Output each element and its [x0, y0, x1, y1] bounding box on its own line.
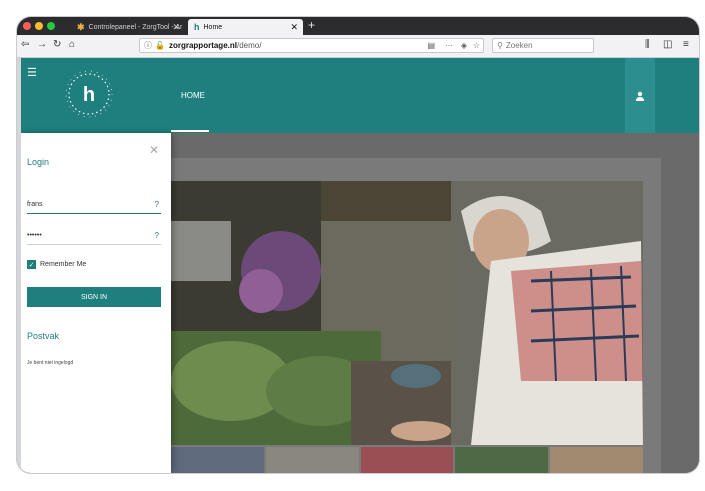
tab-controlepaneel[interactable]: ✱ Controlepaneel - ZorgTool - Ar ✕: [71, 19, 185, 35]
url-bar[interactable]: ⓘ 🔓 zorgrapportage.nl /demo/ ▤ ··· ◈ ☆: [139, 38, 484, 53]
more-actions-icon[interactable]: ···: [445, 41, 453, 50]
search-input[interactable]: ⚲ Zoeken: [492, 38, 594, 53]
url-host: zorgrapportage.nl: [168, 41, 237, 50]
close-tab-icon[interactable]: ✕: [290, 22, 298, 33]
library-icon[interactable]: ⫼: [645, 39, 650, 50]
thumbnail[interactable]: [550, 447, 643, 473]
close-icon[interactable]: ✕: [149, 143, 159, 157]
login-status-text: Je bent niet ingelogd: [27, 360, 74, 366]
username-field[interactable]: frans ?: [27, 197, 161, 214]
reload-icon[interactable]: ↻: [53, 39, 61, 50]
forward-icon[interactable]: →: [37, 39, 47, 50]
hamburger-menu-icon[interactable]: ☰: [27, 66, 37, 79]
web-page: ☰ h HOME ✕ Login frans ? •••••• ? ✓ Reme…: [21, 58, 699, 473]
user-icon: [636, 91, 644, 101]
user-button[interactable]: [625, 58, 655, 133]
thumbnail-strip: [171, 447, 643, 473]
thumbnail[interactable]: [265, 447, 359, 473]
nav-home-link[interactable]: HOME: [181, 91, 205, 100]
sign-in-button[interactable]: SIGN IN: [27, 287, 161, 307]
maximize-window-button[interactable]: [47, 22, 55, 30]
browser-window: ✱ Controlepaneel - ZorgTool - Ar ✕ h Hom…: [17, 17, 699, 473]
hero-photo: [171, 181, 643, 445]
logo-icon[interactable]: h: [63, 68, 115, 120]
puzzle-icon: ✱: [77, 21, 85, 32]
remember-me-checkbox[interactable]: ✓ Remember Me: [27, 260, 86, 269]
active-nav-indicator: [171, 130, 209, 132]
username-value: frans: [27, 201, 43, 208]
navigation-bar: ⇦ → ↻ ⌂ ⓘ 🔓 zorgrapportage.nl /demo/ ▤ ·…: [17, 35, 699, 58]
search-placeholder: Zoeken: [505, 41, 533, 50]
remember-label: Remember Me: [40, 261, 87, 268]
home-icon[interactable]: ⌂: [69, 39, 75, 50]
tab-home[interactable]: h Home ✕: [188, 19, 303, 35]
reader-icon[interactable]: ▤: [427, 41, 435, 50]
back-icon[interactable]: ⇦: [21, 39, 29, 50]
thumbnail[interactable]: [171, 447, 264, 473]
new-tab-button[interactable]: +: [308, 18, 315, 32]
thumbnail[interactable]: [360, 447, 454, 473]
svg-text:h: h: [83, 84, 95, 106]
checkmark-icon: ✓: [27, 260, 36, 269]
bookmark-star-icon[interactable]: ☆: [473, 41, 480, 50]
password-value: ••••••: [27, 232, 42, 239]
help-icon[interactable]: ?: [155, 200, 159, 209]
menu-icon[interactable]: ≡: [683, 39, 689, 50]
h-icon: h: [194, 22, 200, 32]
close-window-button[interactable]: [23, 22, 31, 30]
thumbnail[interactable]: [455, 447, 549, 473]
close-tab-icon[interactable]: ✕: [172, 22, 180, 33]
site-header: ☰ h HOME: [21, 58, 699, 133]
help-icon[interactable]: ?: [155, 231, 159, 240]
tab-label: Home: [203, 23, 223, 31]
url-path: /demo/: [236, 41, 262, 50]
sidebar-icon[interactable]: ◫: [663, 39, 672, 50]
pocket-icon[interactable]: ◈: [461, 41, 467, 50]
info-icon[interactable]: ⓘ: [144, 40, 152, 51]
lock-icon: 🔓: [155, 41, 165, 50]
password-field[interactable]: •••••• ?: [27, 228, 161, 245]
login-panel: ✕ Login frans ? •••••• ? ✓ Remember Me S…: [21, 133, 171, 473]
tab-bar: ✱ Controlepaneel - ZorgTool - Ar ✕ h Hom…: [17, 17, 699, 35]
search-icon: ⚲: [497, 41, 503, 50]
minimize-window-button[interactable]: [35, 22, 43, 30]
tab-label: Controlepaneel - ZorgTool - Ar: [88, 23, 183, 31]
login-title: Login: [27, 157, 50, 167]
postvak-title: Postvak: [27, 331, 60, 341]
